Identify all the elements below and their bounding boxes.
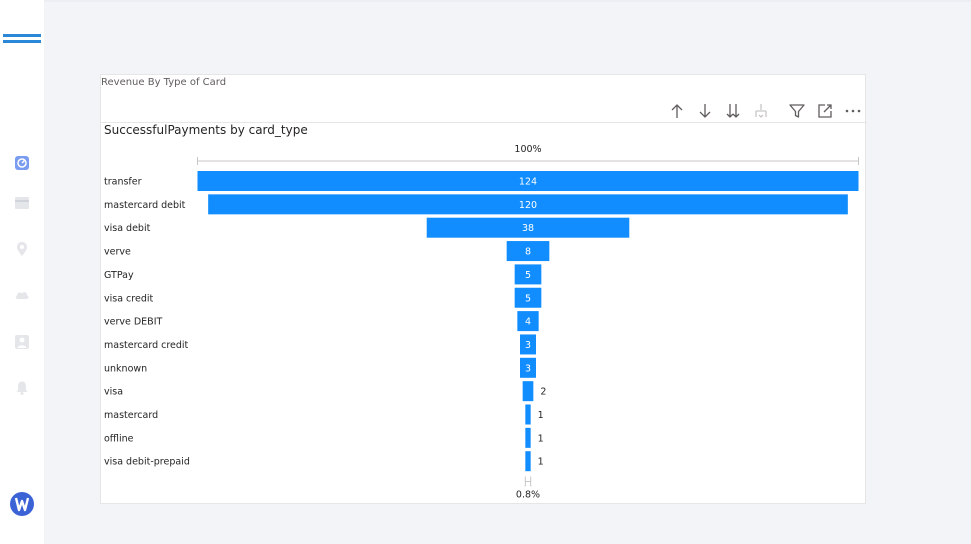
data-label: 3 <box>525 340 531 351</box>
more-options-icon[interactable] <box>843 101 863 121</box>
dashboard-icon[interactable] <box>14 155 30 171</box>
expand-all-down-icon[interactable] <box>723 101 743 121</box>
funnel-bar <box>522 381 534 402</box>
sidebar <box>0 0 44 544</box>
funnel-visual: SuccessfulPayments by card_type 100% tran… <box>101 122 867 505</box>
category-label: visa debit <box>104 223 151 234</box>
bottom-percent-label: 0.8% <box>516 490 540 501</box>
data-label: 8 <box>525 247 531 258</box>
category-label: visa credit <box>104 293 153 304</box>
user-icon[interactable] <box>14 334 30 350</box>
visual-card: Revenue By Type of Card SuccessfulPaymen… <box>100 74 867 505</box>
category-label: unknown <box>104 363 147 374</box>
focus-mode-icon[interactable] <box>815 101 835 121</box>
data-label: 38 <box>522 223 534 234</box>
sort-ascending-icon[interactable] <box>667 101 687 121</box>
data-label: 2 <box>540 387 546 398</box>
funnel-chart: 100%transfer 124mastercard debit 120visa d… <box>104 144 859 501</box>
data-label: 120 <box>519 200 537 211</box>
map-pin-icon[interactable] <box>14 241 30 257</box>
data-label: 1 <box>538 433 544 444</box>
top-border <box>44 0 971 2</box>
funnel-bar <box>525 404 531 425</box>
logo-icon <box>10 492 34 516</box>
funnel-bar <box>525 451 531 472</box>
sort-descending-icon[interactable] <box>695 101 715 121</box>
drill-down-icon[interactable] <box>751 101 771 121</box>
category-label: mastercard debit <box>104 200 186 211</box>
category-label: GTPay <box>104 270 134 281</box>
category-label: offline <box>104 433 134 444</box>
category-label: transfer <box>104 177 142 188</box>
data-label: 5 <box>525 293 531 304</box>
top-percent-label: 100% <box>514 144 541 155</box>
category-label: mastercard credit <box>104 340 189 351</box>
category-label: verve DEBIT <box>104 317 162 328</box>
table-icon[interactable] <box>14 195 30 211</box>
menu-icon[interactable] <box>3 34 41 46</box>
bell-icon[interactable] <box>14 380 30 396</box>
data-label: 5 <box>525 270 531 281</box>
cloud-icon[interactable] <box>14 287 30 303</box>
funnel-bar <box>525 427 531 448</box>
card-title: Revenue By Type of Card <box>101 77 227 88</box>
filter-icon[interactable] <box>787 101 807 121</box>
category-label: mastercard <box>104 410 158 421</box>
data-label: 3 <box>525 363 531 374</box>
data-label: 1 <box>538 457 544 468</box>
category-label: verve <box>104 247 131 258</box>
data-label: 4 <box>525 317 531 328</box>
category-label: visa <box>104 387 123 398</box>
category-label: visa debit-prepaid <box>104 457 190 468</box>
data-label: 124 <box>519 177 537 188</box>
data-label: 1 <box>538 410 544 421</box>
